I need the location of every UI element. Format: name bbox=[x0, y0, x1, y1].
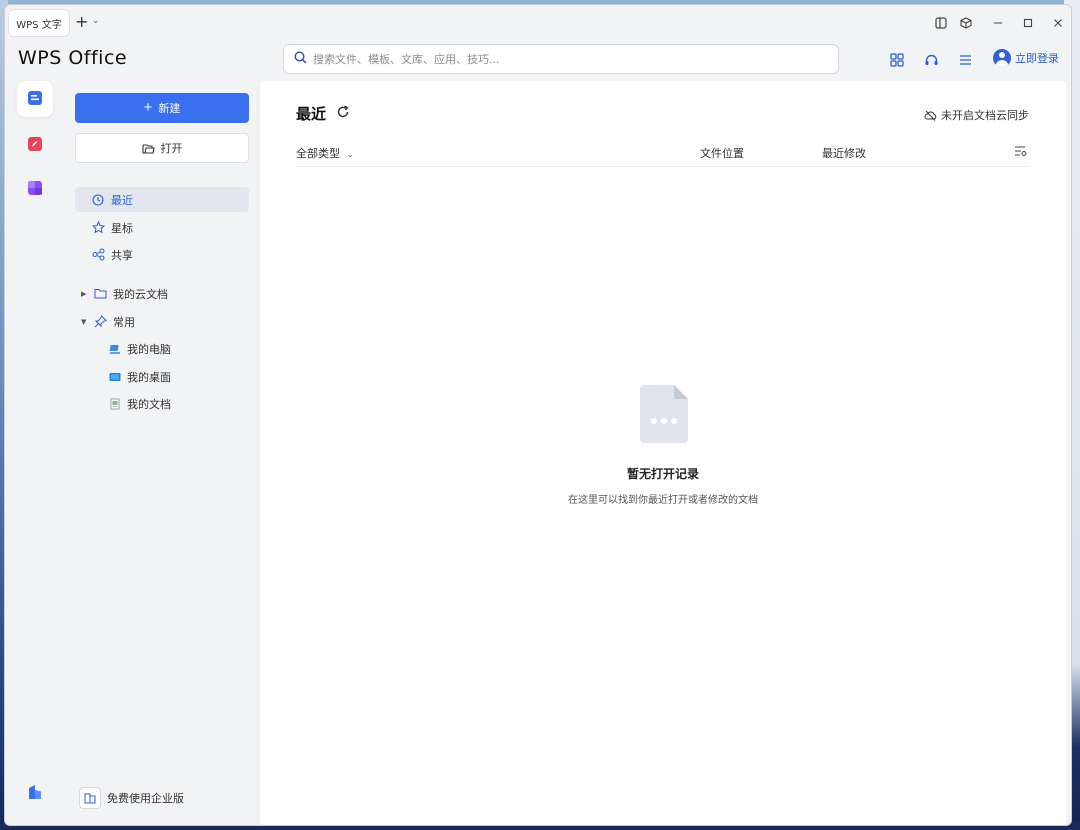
free-enterprise-button[interactable]: 免费使用企业版 bbox=[79, 787, 184, 809]
document-icon bbox=[109, 398, 121, 410]
common-my-desktop[interactable]: 我的桌面 bbox=[109, 364, 171, 389]
new-label: 新建 bbox=[158, 103, 181, 115]
nav-shared[interactable]: 共享 bbox=[75, 242, 249, 267]
nav-recent-label: 最近 bbox=[111, 193, 133, 207]
refresh-icon[interactable] bbox=[336, 105, 352, 121]
minimize-button[interactable] bbox=[988, 13, 1008, 33]
star-icon bbox=[91, 221, 105, 235]
tree-my-cloud-docs[interactable]: ▶ 我的云文档 bbox=[75, 281, 249, 306]
cloud-off-icon bbox=[924, 110, 937, 121]
document-app-icon bbox=[27, 90, 43, 109]
rail-apps[interactable] bbox=[17, 171, 53, 207]
maximize-button[interactable] bbox=[1018, 13, 1038, 33]
empty-document-icon bbox=[640, 385, 688, 443]
chevron-down-icon: ⌄ bbox=[346, 150, 355, 160]
column-settings-icon[interactable] bbox=[1014, 145, 1028, 159]
add-tab-button[interactable]: + bbox=[75, 14, 88, 30]
search-icon bbox=[294, 51, 307, 67]
tab-dropdown-button[interactable]: ⌄ bbox=[92, 16, 100, 26]
nav-starred[interactable]: 星标 bbox=[75, 215, 249, 240]
desktop-icon bbox=[109, 371, 121, 383]
type-filter-label: 全部类型 bbox=[296, 147, 340, 160]
my-desktop-label: 我的桌面 bbox=[127, 370, 171, 384]
header-divider bbox=[296, 166, 1028, 167]
rail-enterprise[interactable] bbox=[17, 775, 53, 811]
cloud-sync-label: 未开启文档云同步 bbox=[941, 109, 1029, 122]
search-input[interactable] bbox=[313, 52, 813, 66]
new-button[interactable]: + 新建 bbox=[75, 93, 249, 123]
enterprise-building-icon bbox=[27, 784, 43, 803]
login-label: 立即登录 bbox=[1015, 52, 1059, 65]
tree-my-cloud-docs-label: 我的云文档 bbox=[113, 287, 168, 301]
tab-label: WPS 文字 bbox=[16, 19, 62, 31]
empty-state-title: 暂无打开记录 bbox=[626, 467, 699, 481]
share-icon bbox=[91, 248, 105, 262]
open-button[interactable]: 打开 bbox=[75, 133, 249, 163]
plus-icon: + bbox=[143, 99, 153, 116]
search-box[interactable] bbox=[283, 44, 839, 74]
wps-office-logo: WPS Office bbox=[18, 47, 128, 69]
cloud-sync-status[interactable]: 未开启文档云同步 bbox=[924, 107, 1029, 123]
tree-common[interactable]: ▼ 常用 bbox=[75, 309, 249, 334]
folder-icon bbox=[93, 287, 107, 301]
rail-documents[interactable] bbox=[17, 81, 53, 117]
menu-icon[interactable] bbox=[954, 49, 976, 71]
common-my-documents[interactable]: 我的文档 bbox=[109, 391, 171, 416]
avatar-icon bbox=[993, 49, 1011, 67]
close-button[interactable] bbox=[1048, 13, 1068, 33]
sidebar: + 新建 打开 最近 星标 共享 ▶ 我的云文档 ▼ 常用 我的电脑 我的桌面 … bbox=[63, 81, 259, 825]
common-my-computer[interactable]: 我的电脑 bbox=[109, 336, 171, 361]
column-location[interactable]: 文件位置 bbox=[700, 145, 744, 161]
computer-icon bbox=[109, 343, 121, 355]
apps-grid-icon[interactable] bbox=[886, 49, 908, 71]
nav-shared-label: 共享 bbox=[111, 248, 133, 262]
enterprise-icon bbox=[79, 787, 101, 809]
my-documents-label: 我的文档 bbox=[127, 397, 171, 411]
open-label: 打开 bbox=[160, 143, 183, 155]
apps-cube-icon bbox=[27, 180, 43, 199]
tab-wps-writer[interactable]: WPS 文字 bbox=[9, 10, 69, 36]
clock-icon bbox=[91, 193, 105, 207]
my-computer-label: 我的电脑 bbox=[127, 342, 171, 356]
page-title: 最近 bbox=[296, 105, 327, 123]
title-bar: WPS 文字 + ⌄ bbox=[5, 5, 1071, 39]
enterprise-label: 免费使用企业版 bbox=[107, 792, 184, 805]
main-panel: 最近 未开启文档云同步 全部类型 ⌄ 文件位置 最近修改 暂无打开记录 在这里可… bbox=[260, 81, 1066, 825]
login-button[interactable]: 立即登录 bbox=[993, 49, 1059, 67]
wps-window: WPS 文字 + ⌄ WPS Office 搜索文件、模板、文库、应用、技巧..… bbox=[4, 4, 1072, 826]
layout-icon[interactable] bbox=[931, 13, 951, 33]
nav-starred-label: 星标 bbox=[111, 221, 133, 235]
type-filter-dropdown[interactable]: 全部类型 ⌄ bbox=[296, 145, 354, 161]
rail-pdf[interactable] bbox=[17, 127, 53, 163]
tree-common-label: 常用 bbox=[113, 315, 135, 329]
folder-open-icon bbox=[141, 143, 155, 154]
pdf-app-icon bbox=[27, 136, 43, 155]
headset-icon[interactable] bbox=[920, 49, 942, 71]
empty-state-description: 在这里可以找到你最近打开或者修改的文档 bbox=[568, 495, 758, 506]
column-last-modified[interactable]: 最近修改 bbox=[822, 145, 866, 161]
expand-arrow-icon[interactable]: ▶ bbox=[81, 290, 91, 298]
pin-icon bbox=[93, 315, 107, 329]
nav-recent[interactable]: 最近 bbox=[75, 187, 249, 212]
cube-icon[interactable] bbox=[956, 13, 976, 33]
collapse-arrow-icon[interactable]: ▼ bbox=[81, 318, 91, 326]
